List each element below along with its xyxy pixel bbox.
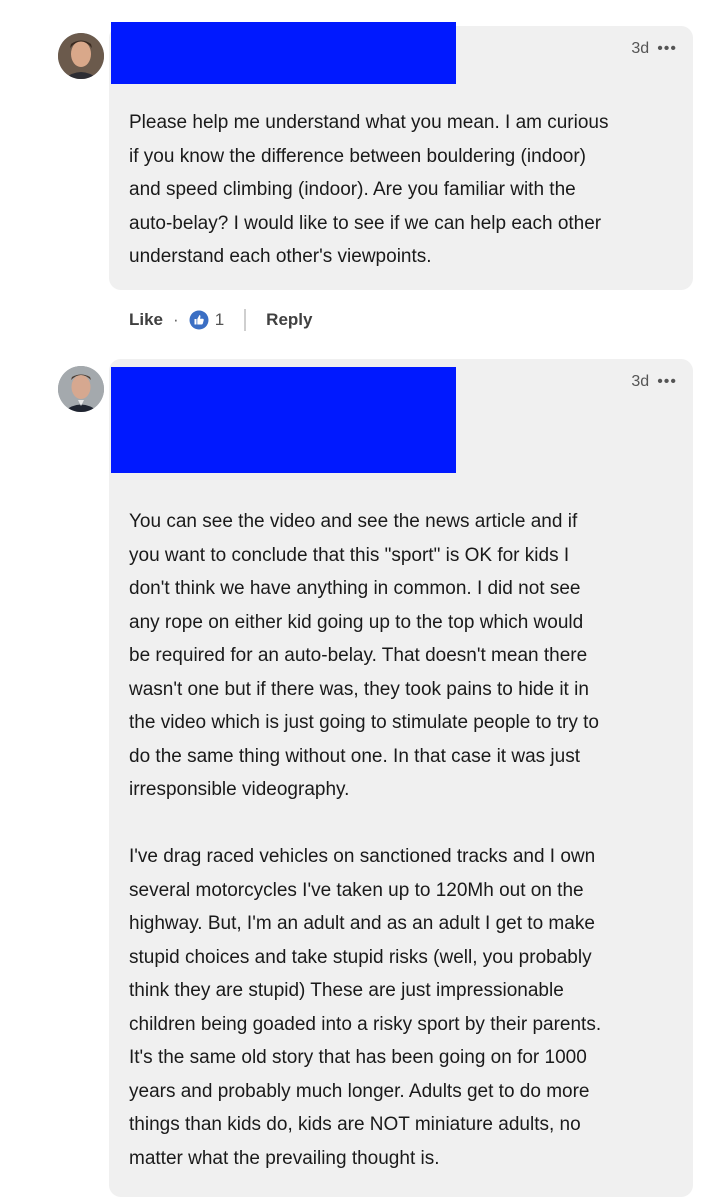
comment-timestamp: 3d: [631, 40, 650, 57]
reply-button[interactable]: Reply: [266, 310, 312, 330]
comment-actions: Like · 1 Reply: [129, 306, 312, 334]
avatar[interactable]: [58, 33, 104, 79]
avatar-photo: [58, 366, 104, 412]
like-reaction-icon[interactable]: [189, 310, 209, 330]
redacted-author-name: [111, 367, 456, 473]
avatar-photo: [58, 33, 104, 79]
more-options-icon[interactable]: •••: [657, 373, 677, 391]
comment-bubble: 3d ••• Please help me understand what yo…: [109, 22, 693, 290]
comment-text: Please help me understand what you mean.…: [129, 112, 609, 267]
comment-timestamp: 3d: [631, 373, 650, 390]
comment-text: You can see the video and see the news a…: [129, 511, 602, 1169]
separator-dot: ·: [173, 310, 179, 329]
reaction-count: 1: [214, 310, 225, 329]
avatar[interactable]: [58, 366, 104, 412]
more-options-icon[interactable]: •••: [657, 40, 677, 58]
divider: [244, 309, 247, 331]
like-button[interactable]: Like: [129, 310, 163, 330]
comment-bubble: 3d ••• You can see the video and see the…: [109, 359, 693, 1197]
redacted-author-name: [111, 22, 456, 84]
